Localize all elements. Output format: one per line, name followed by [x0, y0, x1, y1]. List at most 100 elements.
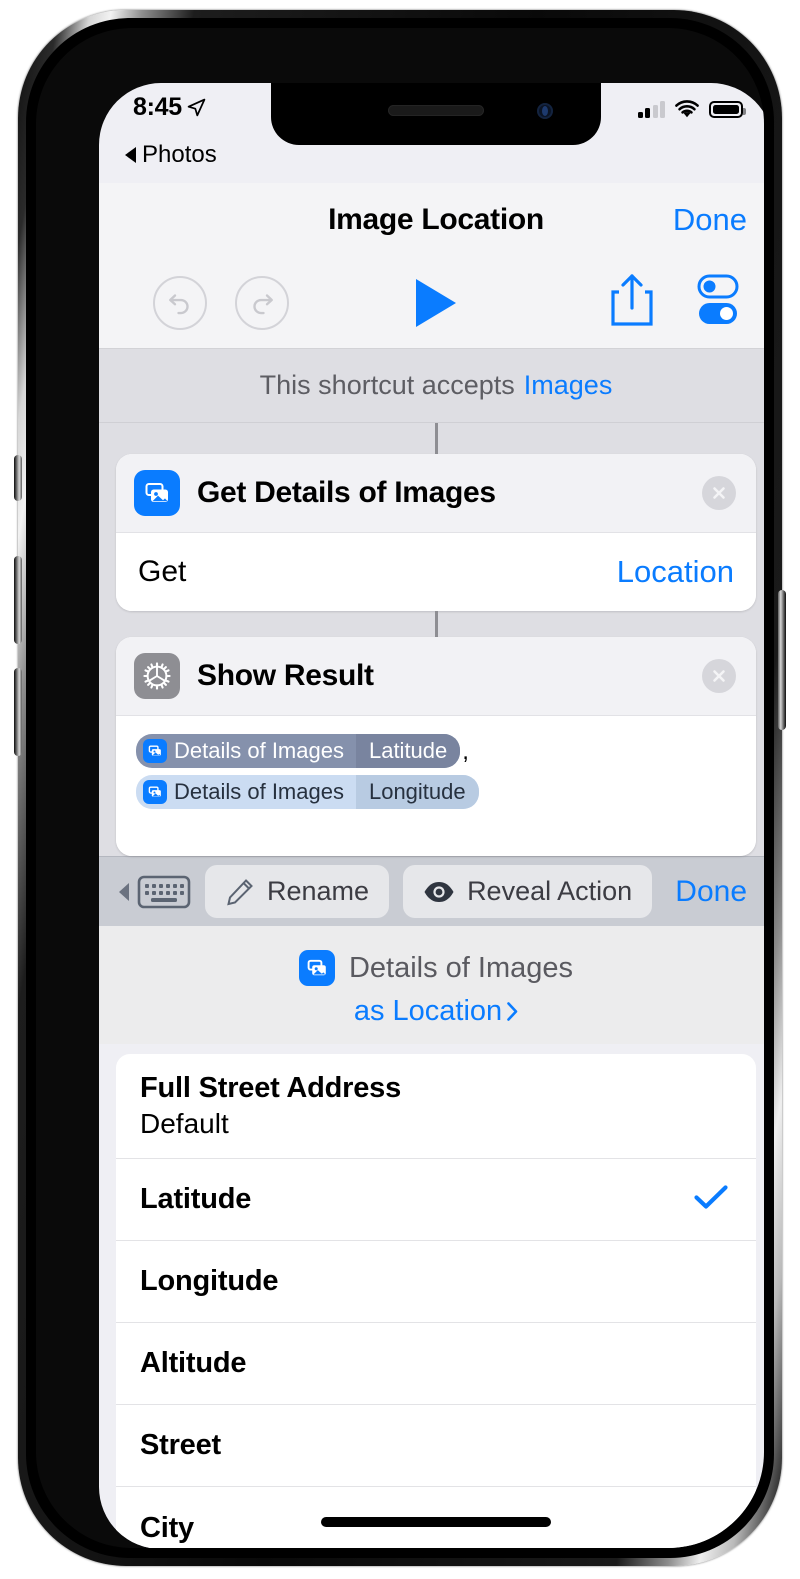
variable-type-link[interactable]: as Location: [99, 995, 764, 1028]
share-icon: [611, 274, 653, 326]
location-arrow-icon: [187, 98, 206, 117]
variable-type-label: as Location: [353, 995, 503, 1027]
token-source-name: Details of Images: [174, 779, 344, 804]
variable-detail-header: Details of Images as Location: [99, 926, 764, 1044]
list-item[interactable]: Full Street Address Default: [116, 1054, 756, 1159]
clock: 8:45: [133, 93, 182, 121]
photos-glyph: [307, 959, 326, 976]
navigation-bar: Image Location Done: [99, 183, 764, 257]
phone-screen: 8:45 Photos Image Location Done This sho…: [99, 83, 764, 1548]
accepts-text: This shortcut accepts: [259, 370, 515, 400]
gear-glyph: [143, 662, 171, 690]
photos-glyph: [148, 786, 161, 797]
option-title: Latitude: [140, 1183, 252, 1215]
token-line-1: Details of Images Latitude ,: [136, 734, 736, 768]
status-bar: 8:45: [99, 83, 764, 145]
token-separator: ,: [462, 738, 469, 765]
photos-icon: [134, 470, 180, 516]
volume-down-button[interactable]: [14, 668, 22, 756]
action-card-show-result[interactable]: Show Result Details of Images Latitude ,…: [116, 637, 756, 856]
keyboard-icon: [137, 875, 191, 908]
list-item[interactable]: Street: [116, 1405, 756, 1487]
silent-switch[interactable]: [14, 455, 22, 501]
option-title: Street: [140, 1429, 221, 1461]
keyboard-toggle-button[interactable]: [119, 873, 191, 911]
toggles-settings-icon: [697, 274, 739, 324]
token-line-2: Details of Images Longitude: [136, 775, 736, 809]
close-circle-icon: [713, 487, 725, 499]
parameter-label: Get: [138, 555, 187, 588]
option-title: Full Street Address: [140, 1072, 402, 1104]
workflow-list: Get Details of Images Get Location Show …: [99, 423, 764, 856]
cellular-signal-icon: [637, 101, 665, 118]
action-title: Get Details of Images: [197, 476, 496, 509]
volume-up-button[interactable]: [14, 556, 22, 644]
chevron-right-icon: [507, 1002, 518, 1021]
chevron-left-icon: [125, 147, 136, 163]
detail-options-list[interactable]: Full Street Address Default Latitude Lon…: [116, 1054, 756, 1548]
token-source-name: Details of Images: [174, 738, 344, 763]
parameter-row-get[interactable]: Get Location: [116, 533, 756, 611]
checkmark-icon: [694, 1184, 728, 1215]
play-button[interactable]: [416, 278, 456, 327]
connector-top: [434, 423, 438, 454]
list-item[interactable]: Latitude: [116, 1159, 756, 1241]
rename-button[interactable]: Rename: [205, 865, 390, 918]
eye-icon: [424, 881, 454, 902]
show-result-text-field[interactable]: Details of Images Latitude , Details of …: [116, 716, 756, 856]
photos-glyph: [145, 483, 168, 502]
page-title: Image Location: [328, 203, 544, 236]
photos-icon: [143, 739, 167, 763]
accepts-type-link[interactable]: Images: [524, 370, 613, 401]
screenshot-stage: 8:45 Photos Image Location Done This sho…: [0, 0, 800, 1579]
status-bar-left: 8:45: [133, 93, 206, 122]
token-key: Longitude: [355, 775, 479, 809]
close-circle-icon: [713, 670, 725, 682]
gear-icon: [134, 653, 180, 699]
list-item[interactable]: Longitude: [116, 1241, 756, 1323]
reveal-action-label: Reveal Action: [467, 876, 633, 906]
reveal-action-button[interactable]: Reveal Action: [403, 865, 653, 918]
accessory-done-button[interactable]: Done: [675, 875, 753, 909]
rename-label: Rename: [267, 876, 370, 906]
option-title: Longitude: [140, 1265, 279, 1297]
status-bar-right: [637, 100, 746, 119]
editor-toolbar: [99, 257, 764, 349]
wifi-icon: [675, 100, 699, 118]
variable-name-row: Details of Images: [99, 950, 764, 986]
connector-middle: [434, 611, 438, 637]
chevron-left-icon: [119, 882, 129, 901]
done-button[interactable]: Done: [673, 202, 747, 238]
back-to-photos-link[interactable]: Photos: [125, 141, 217, 169]
delete-action-button[interactable]: [702, 659, 736, 693]
phone-frame-inner: 8:45 Photos Image Location Done This sho…: [36, 28, 764, 1548]
accepts-banner: This shortcut accepts Images: [99, 349, 764, 423]
photos-icon: [143, 780, 167, 804]
list-item[interactable]: Altitude: [116, 1323, 756, 1405]
action-header: Get Details of Images: [116, 454, 756, 533]
parameter-value[interactable]: Location: [617, 554, 734, 590]
action-title: Show Result: [197, 659, 374, 692]
photos-glyph: [148, 745, 161, 756]
redo-button[interactable]: [235, 275, 289, 330]
play-icon: [416, 278, 456, 327]
home-indicator[interactable]: [321, 1517, 551, 1527]
variable-token-latitude[interactable]: Details of Images Latitude: [136, 734, 461, 768]
delete-action-button[interactable]: [702, 476, 736, 510]
battery-icon: [709, 101, 746, 118]
variable-token-longitude[interactable]: Details of Images Longitude: [136, 775, 479, 809]
photos-icon: [298, 950, 335, 986]
undo-button[interactable]: [153, 275, 207, 330]
action-card-get-details[interactable]: Get Details of Images Get Location: [116, 454, 756, 611]
redo-icon: [253, 293, 273, 314]
settings-button[interactable]: [687, 272, 749, 333]
share-button[interactable]: [609, 272, 655, 333]
back-link-label: Photos: [142, 141, 217, 168]
pencil-icon: [227, 878, 253, 905]
side-power-button[interactable]: [778, 590, 786, 730]
back-row: Photos: [99, 141, 764, 183]
variable-name: Details of Images: [348, 951, 574, 984]
keyboard-accessory-bar: Rename Reveal Action Done: [99, 856, 764, 926]
token-key: Latitude: [355, 734, 461, 768]
option-title: Altitude: [140, 1347, 247, 1379]
